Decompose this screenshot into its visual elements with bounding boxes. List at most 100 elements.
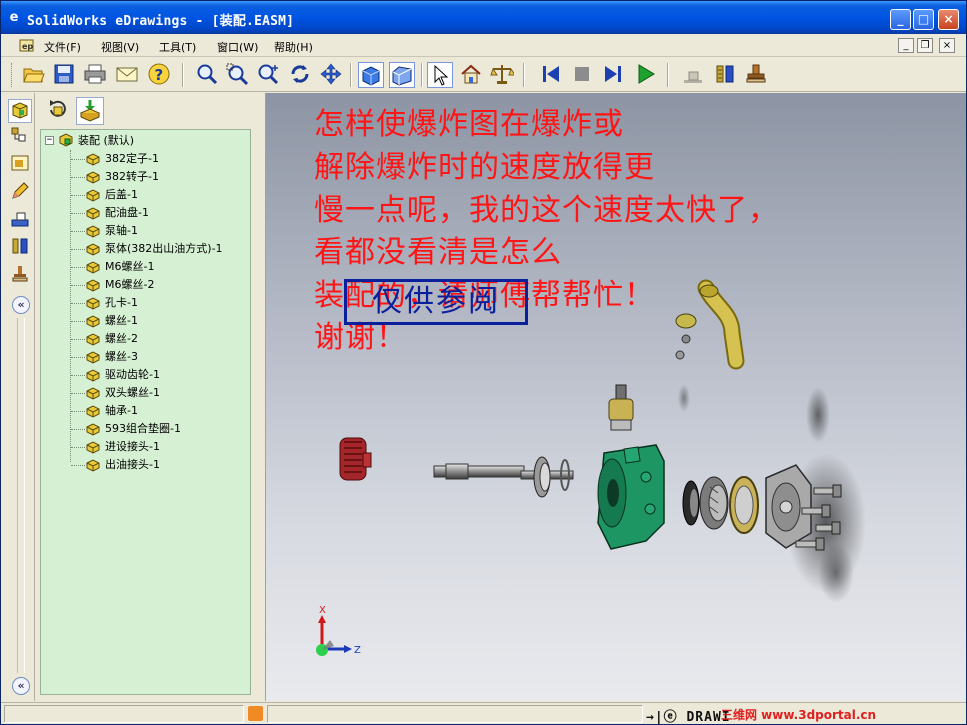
tree-item[interactable]: 泵体(382出山油方式)-1	[71, 240, 223, 258]
tree-connector	[71, 302, 85, 304]
menu-file[interactable]: 文件(F)	[44, 39, 81, 55]
menu-view[interactable]: 视图(V)	[101, 39, 139, 55]
panel-divider	[17, 318, 25, 673]
tree-item[interactable]: 出油接头-1	[71, 456, 160, 474]
tree-item[interactable]: 双头螺丝-1	[71, 384, 160, 402]
markup-tab-icon[interactable]	[8, 181, 32, 205]
collapse-toggle-icon[interactable]: −	[45, 135, 54, 145]
next-frame-icon[interactable]	[600, 62, 626, 88]
tree-item[interactable]: M6螺丝-1	[71, 258, 154, 276]
send-mail-icon[interactable]	[114, 62, 140, 88]
tree-item[interactable]: 驱动齿轮-1	[71, 366, 160, 384]
tree-connector	[71, 374, 85, 376]
tree-item-label: 驱动齿轮-1	[105, 368, 160, 381]
tree-item[interactable]: 螺丝-3	[71, 348, 138, 366]
question-line-2: 解除爆炸时的速度放得更	[314, 150, 655, 185]
tree-connector	[71, 392, 85, 394]
pump-shaft-part[interactable]	[433, 463, 574, 480]
document-icon[interactable]: ep	[19, 38, 36, 53]
tree-item[interactable]: 593组合垫圈-1	[71, 420, 181, 438]
help-icon[interactable]: ?	[146, 62, 172, 88]
measure-icon[interactable]	[489, 62, 516, 88]
tree-root-label: 装配 (默认)	[78, 134, 135, 147]
collapse-bottom-button[interactable]: «	[12, 677, 30, 695]
outlet-pipe-part[interactable]	[675, 279, 745, 370]
explode-tab-icon[interactable]	[8, 236, 32, 260]
tree-root[interactable]: − 装配 (默认)	[45, 132, 134, 150]
tree-item[interactable]: 螺丝-2	[71, 330, 138, 348]
tree-connector	[71, 320, 85, 322]
print-icon[interactable]	[82, 62, 108, 88]
menu-tools[interactable]: 工具(T)	[159, 39, 196, 55]
components-tab-icon[interactable]	[8, 99, 32, 123]
tree-item-label: 出油接头-1	[105, 458, 160, 471]
stamp-tab-icon[interactable]	[8, 264, 32, 288]
explode-icon[interactable]	[712, 62, 738, 88]
title-bar[interactable]: e SolidWorks eDrawings - [装配.EASM] _ □ ×	[1, 1, 966, 34]
tree-connector	[71, 176, 85, 178]
part-icon	[85, 422, 101, 436]
pan-icon[interactable]	[318, 62, 344, 88]
minimize-button[interactable]: _	[890, 9, 911, 30]
part-icon	[85, 152, 101, 166]
toolbar-separator	[182, 63, 184, 87]
save-icon[interactable]	[51, 62, 77, 88]
zoom-area-icon[interactable]	[224, 62, 250, 88]
components-panel: − 装配 (默认) 382定子-1 382转子-1 后盖-1 配油盘-1 泵轴-1 泵体(3…	[36, 93, 264, 701]
mdi-close-button[interactable]: ×	[939, 38, 955, 53]
edrawings-window: e SolidWorks eDrawings - [装配.EASM] _ □ ×…	[0, 0, 967, 725]
menu-help[interactable]: 帮助(H)	[274, 39, 313, 55]
stamp-icon[interactable]	[743, 62, 769, 88]
part-icon	[85, 458, 101, 472]
tree-item[interactable]: M6螺丝-2	[71, 276, 154, 294]
tree-item[interactable]: 382转子-1	[71, 168, 159, 186]
tree-item[interactable]: 382定子-1	[71, 150, 159, 168]
part-icon	[85, 188, 101, 202]
show-all-icon[interactable]	[76, 97, 104, 125]
mdi-minimize-button[interactable]: _	[898, 38, 914, 53]
toolbar-grip[interactable]	[11, 63, 14, 87]
tree-item-label: 轴承-1	[105, 404, 138, 417]
part-icon	[85, 296, 101, 310]
tree-connector	[71, 464, 85, 466]
tree-item-label: 配油盘-1	[105, 206, 149, 219]
tree-item[interactable]: 进设接头-1	[71, 438, 160, 456]
status-cell-left	[4, 705, 244, 723]
zoom-icon[interactable]	[255, 62, 281, 88]
sections-tab-icon[interactable]	[8, 209, 32, 233]
rotate-icon[interactable]	[287, 62, 313, 88]
menu-bar: ep 文件(F) 视图(V) 工具(T) 窗口(W) 帮助(H) _ ❐ ×	[1, 35, 966, 57]
rotor-stator-part[interactable]	[682, 476, 759, 534]
reload-components-icon[interactable]	[44, 97, 72, 125]
home-icon[interactable]	[458, 62, 484, 88]
configurations-tab-icon[interactable]	[8, 126, 32, 150]
tree-item[interactable]: 泵轴-1	[71, 222, 138, 240]
play-icon[interactable]	[633, 62, 659, 88]
tree-item[interactable]: 轴承-1	[71, 402, 138, 420]
select-icon[interactable]	[427, 62, 453, 88]
sheets-tab-icon[interactable]	[8, 153, 32, 177]
drive-gear-part[interactable]	[339, 437, 372, 481]
mdi-restore-button[interactable]: ❐	[917, 38, 933, 53]
open-icon[interactable]	[21, 62, 47, 88]
tree-item[interactable]: 孔卡-1	[71, 294, 138, 312]
tree-item[interactable]: 配油盘-1	[71, 204, 149, 222]
collapse-panel-button[interactable]: «	[12, 296, 30, 314]
close-button[interactable]: ×	[938, 9, 959, 30]
panel-toolbar	[36, 93, 264, 127]
menu-window[interactable]: 窗口(W)	[217, 39, 258, 55]
hide-icon[interactable]	[680, 62, 706, 88]
tree-item[interactable]: 后盖-1	[71, 186, 138, 204]
maximize-button[interactable]: □	[913, 9, 934, 30]
graphics-area[interactable]: 怎样使爆炸图在爆炸或 解除爆炸时的速度放得更 慢一点呢，我的这个速度太快了， 看…	[265, 93, 966, 701]
stop-icon[interactable]	[569, 62, 595, 88]
perspective-icon[interactable]	[389, 62, 415, 88]
pump-body-part[interactable]	[597, 444, 665, 550]
rear-cover-part[interactable]	[765, 464, 812, 549]
first-frame-icon[interactable]	[538, 62, 564, 88]
zoom-to-fit-icon[interactable]	[194, 62, 220, 88]
shaded-icon[interactable]	[358, 62, 384, 88]
tree-connector	[71, 248, 85, 250]
inlet-connector-part[interactable]	[608, 384, 634, 431]
tree-item[interactable]: 螺丝-1	[71, 312, 138, 330]
